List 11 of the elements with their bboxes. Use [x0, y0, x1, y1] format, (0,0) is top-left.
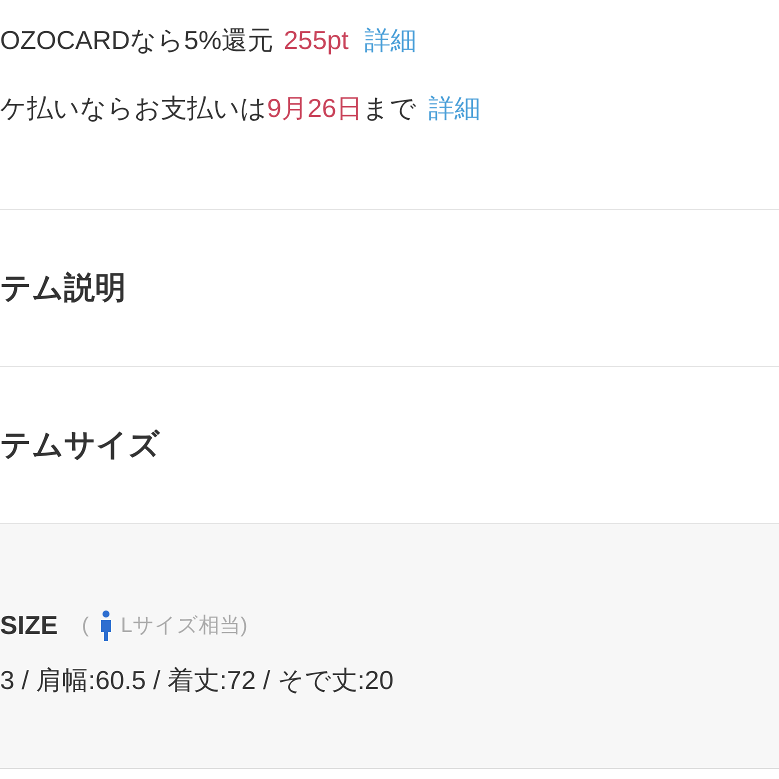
person-icon — [98, 610, 113, 642]
payment-suffix: まで — [362, 92, 416, 125]
payment-text: ケ払いならお支払いは — [0, 92, 267, 125]
size-equivalent: Lサイズ相当) — [120, 612, 248, 639]
card-offer-text: OZOCARDなら5%還元 — [0, 24, 274, 57]
points-amount: 255pt — [284, 24, 349, 57]
section-header[interactable]: テム説明 — [0, 210, 779, 367]
size-label: SIZE — [0, 609, 58, 642]
due-date: 9月26日 — [267, 92, 362, 125]
open-paren: ( — [82, 612, 89, 639]
size-measurements: 3 / 肩幅:60.5 / 着丈:72 / そで丈:20 — [0, 664, 395, 697]
